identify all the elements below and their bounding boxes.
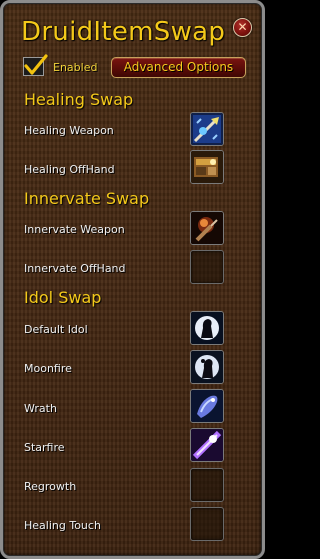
innervate-weapon-icon [191, 212, 223, 244]
window-title: DruidItemSwap [21, 17, 226, 47]
addon-window: DruidItemSwap ✕ Enabled Advanced Options… [0, 0, 265, 559]
row-label-regrowth: Regrowth [24, 480, 77, 493]
row-label-healing-touch: Healing Touch [24, 519, 101, 532]
slot-healing-weapon[interactable] [190, 112, 224, 146]
checkmark-icon [24, 54, 48, 75]
slot-healing-offhand[interactable] [190, 150, 224, 184]
row-label-wrath: Wrath [24, 402, 57, 415]
starfire-idol-icon [191, 429, 223, 461]
advanced-options-button[interactable]: Advanced Options [111, 57, 246, 78]
row-label-healing-offhand: Healing OffHand [24, 163, 115, 176]
default-idol-icon [191, 312, 223, 344]
moonfire-idol-icon [191, 351, 223, 383]
close-button[interactable]: ✕ [233, 18, 252, 37]
row-label-moonfire: Moonfire [24, 362, 72, 375]
slot-regrowth[interactable] [190, 468, 224, 502]
row-label-healing-weapon: Healing Weapon [24, 124, 114, 137]
row-label-default-idol: Default Idol [24, 323, 88, 336]
slot-innervate-offhand[interactable] [190, 250, 224, 284]
slot-wrath[interactable] [190, 389, 224, 423]
slot-innervate-weapon[interactable] [190, 211, 224, 245]
healing-weapon-icon [191, 113, 223, 145]
slot-starfire[interactable] [190, 428, 224, 462]
healing-offhand-icon [191, 151, 223, 183]
wrath-idol-icon [191, 390, 223, 422]
close-icon: ✕ [237, 20, 248, 34]
section-header-healing-swap: Healing Swap [24, 90, 134, 109]
enabled-label: Enabled [53, 61, 98, 74]
section-header-innervate-swap: Innervate Swap [24, 189, 150, 208]
enabled-checkbox[interactable] [23, 54, 48, 76]
slot-default-idol[interactable] [190, 311, 224, 345]
row-label-starfire: Starfire [24, 441, 65, 454]
slot-moonfire[interactable] [190, 350, 224, 384]
row-label-innervate-weapon: Innervate Weapon [24, 223, 125, 236]
section-header-idol-swap: Idol Swap [24, 288, 102, 307]
slot-healing-touch[interactable] [190, 507, 224, 541]
row-label-innervate-offhand: Innervate OffHand [24, 262, 126, 275]
